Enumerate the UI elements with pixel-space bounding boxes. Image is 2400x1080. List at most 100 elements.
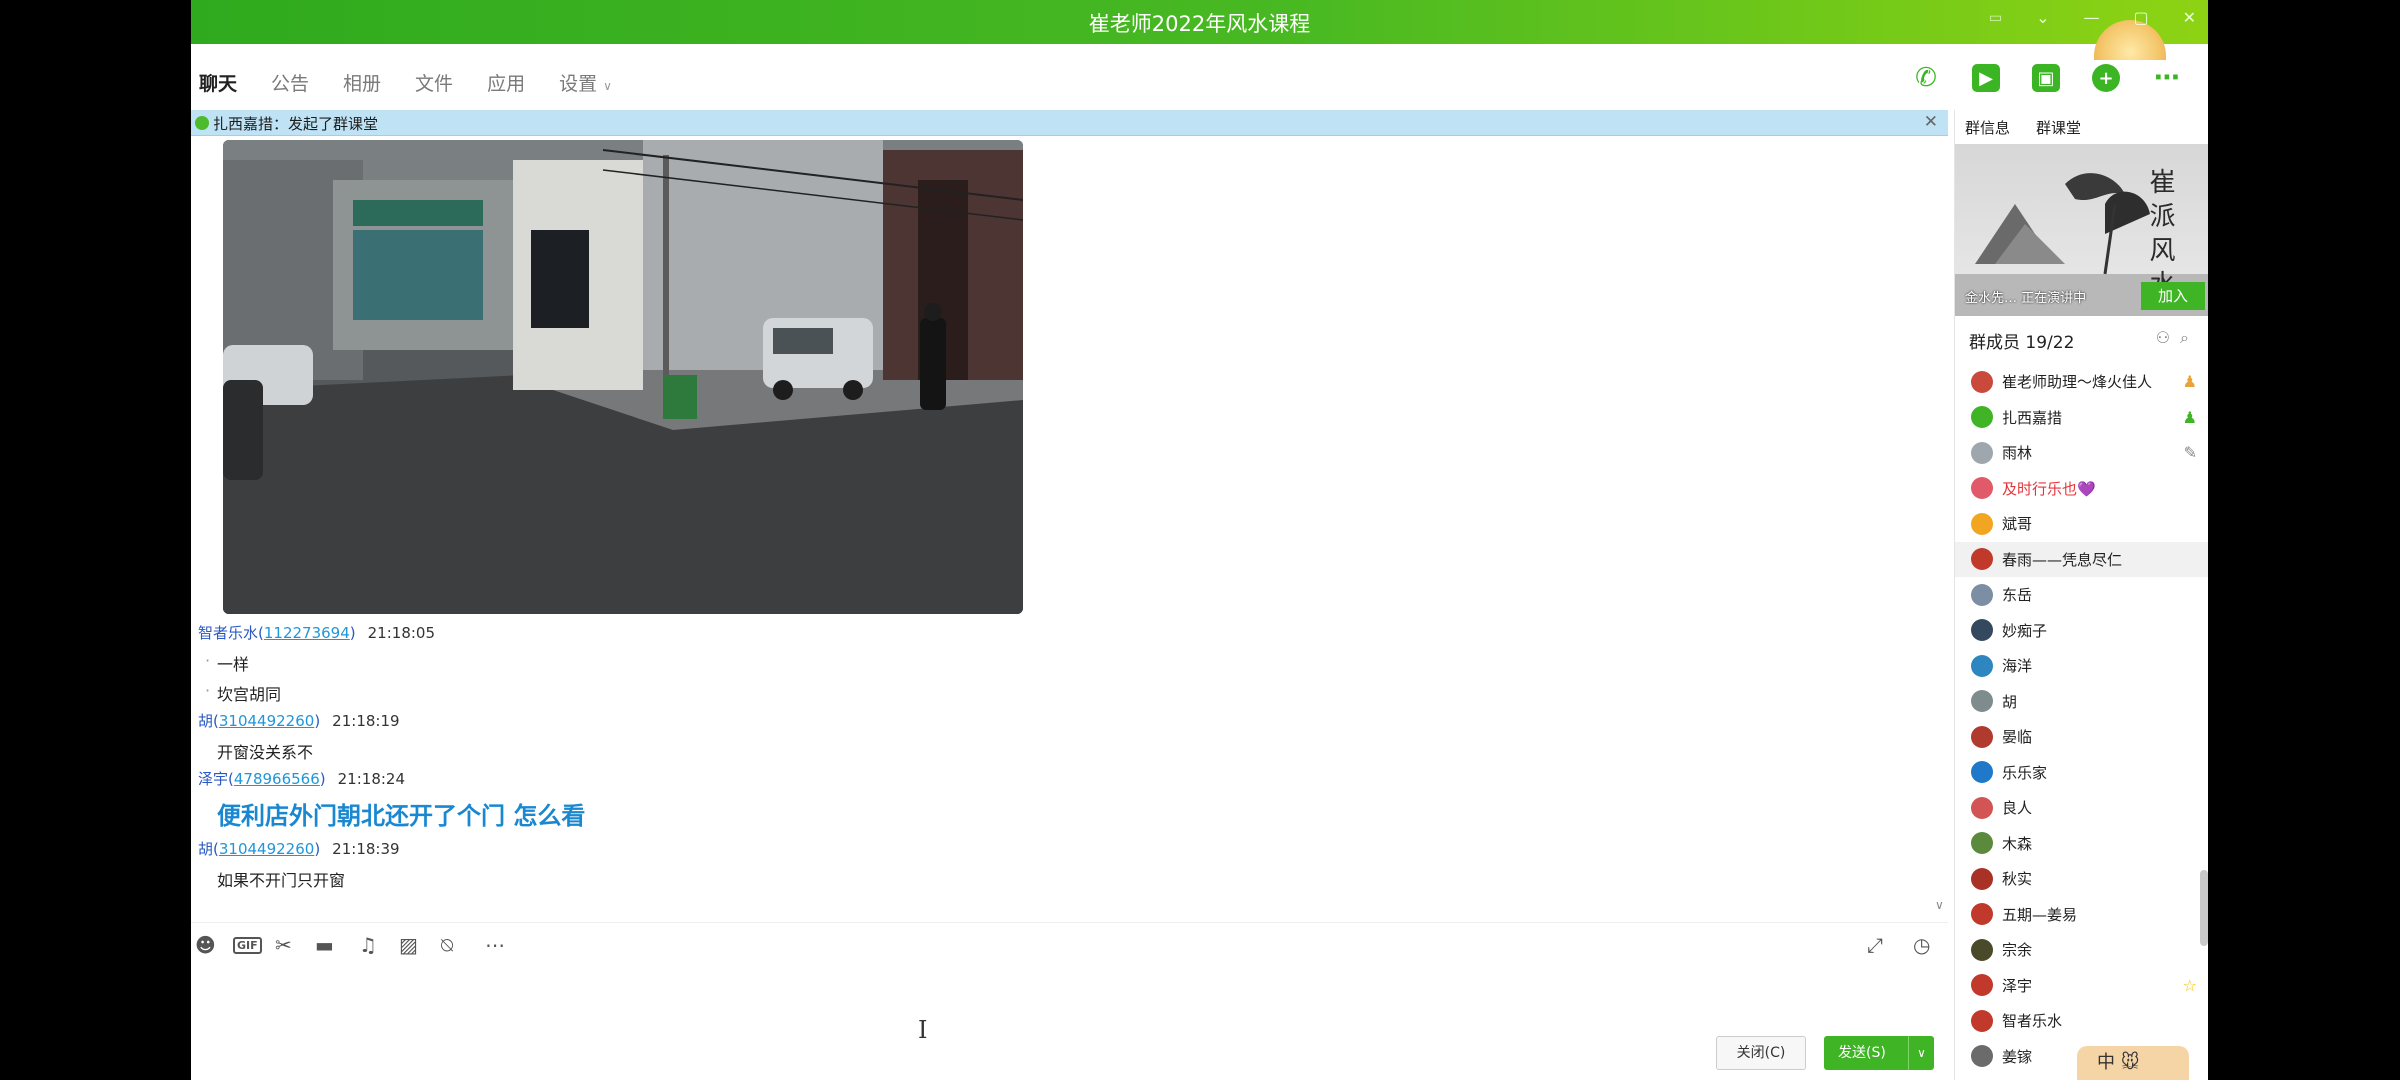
member-item[interactable]: 智者乐水 xyxy=(1955,1003,2208,1039)
tab-files[interactable]: 文件 xyxy=(415,69,453,96)
member-item[interactable]: 海洋 xyxy=(1955,648,2208,684)
chevron-down-icon[interactable]: ⌄ xyxy=(2036,8,2049,27)
member-item[interactable]: 乐乐家 xyxy=(1955,755,2208,791)
member-list-scrollbar[interactable] xyxy=(2200,870,2208,946)
members-count: 群成员 19/22 xyxy=(1969,333,2075,353)
tab-announcement[interactable]: 公告 xyxy=(271,69,309,96)
add-member-icon[interactable]: ⚇ xyxy=(2156,328,2180,347)
member-name: 东岳 xyxy=(2002,586,2033,605)
member-item[interactable]: 五期—姜易 xyxy=(1955,897,2208,933)
sender-name[interactable]: 泽宇 xyxy=(198,770,228,788)
expand-icon[interactable]: ⤢ xyxy=(1867,933,1883,957)
member-name: 晏临 xyxy=(2002,728,2033,747)
tab-settings[interactable]: 设置 ∨ xyxy=(559,69,612,96)
member-item[interactable]: 泽宇 ☆ xyxy=(1955,968,2208,1004)
member-name: 木森 xyxy=(2002,834,2033,853)
sender-name[interactable]: 胡 xyxy=(198,840,213,858)
notice-text[interactable]: 扎西嘉措：发起了群课堂 xyxy=(213,113,378,134)
tab-group-info[interactable]: 群信息 xyxy=(1965,117,2010,138)
sender-name[interactable]: 胡 xyxy=(198,712,213,730)
video-call-icon[interactable]: ▶ xyxy=(1972,64,2000,92)
member-name: 妙痴子 xyxy=(2002,621,2048,640)
member-item[interactable]: 扎西嘉措 ♟ xyxy=(1955,400,2208,436)
member-item[interactable]: 秋实 xyxy=(1955,861,2208,897)
search-icon[interactable]: ⌕ xyxy=(2180,328,2199,347)
member-item[interactable]: 宗余 xyxy=(1955,932,2208,968)
member-item[interactable]: 妙痴子 xyxy=(1955,613,2208,649)
notice-separator: ： xyxy=(273,115,289,133)
share-screen-icon[interactable]: ▣ xyxy=(2032,64,2060,92)
image-icon[interactable]: ▨ xyxy=(399,933,418,957)
more-icon[interactable]: ⋯ xyxy=(2152,63,2180,93)
tab-apps[interactable]: 应用 xyxy=(487,69,525,96)
phone-call-icon[interactable]: ✆ xyxy=(1912,63,1940,93)
text-cursor-icon: I xyxy=(918,1016,928,1044)
member-avatar xyxy=(1971,583,1993,606)
maximize-icon[interactable]: ▢ xyxy=(2133,8,2148,27)
sender-qq-link[interactable]: 3104492260 xyxy=(219,712,314,730)
member-name: 扎西嘉措 xyxy=(2002,408,2063,427)
screenshot-scissors-icon[interactable]: ✂ xyxy=(275,933,292,957)
close-icon[interactable]: ✕ xyxy=(1924,112,1938,132)
group-class-banner[interactable]: 崔派风水 金水先… 正在演讲中 加入 xyxy=(1955,144,2208,316)
member-item[interactable]: 晏临 xyxy=(1955,719,2208,755)
message-header: 智者乐水(112273694) 21:18:05 xyxy=(198,624,436,642)
member-item[interactable]: 崔老师助理～烽火佳人 ♟ xyxy=(1955,364,2208,400)
member-item[interactable]: 雨林 ✎ xyxy=(1955,435,2208,471)
member-avatar xyxy=(1971,619,1993,642)
message-header: 泽宇(478966566) 21:18:24 xyxy=(198,770,406,788)
member-item[interactable]: 及时行乐也💜 xyxy=(1955,471,2208,507)
scroll-down-icon[interactable]: ∨ xyxy=(1935,898,1944,912)
music-icon[interactable]: ♫ xyxy=(359,933,377,957)
member-item[interactable]: 胡 xyxy=(1955,684,2208,720)
member-name: 智者乐水 xyxy=(2002,1012,2063,1031)
edit-icon[interactable]: ✎ xyxy=(2184,443,2197,462)
mute-bell-icon[interactable]: ⍉ xyxy=(441,933,453,957)
chat-image-street-photo[interactable] xyxy=(223,140,1023,614)
sender-name[interactable]: 智者乐水 xyxy=(198,624,258,642)
history-clock-icon[interactable]: ◷ xyxy=(1913,933,1930,957)
sender-qq-link[interactable]: 112273694 xyxy=(264,624,350,642)
minimize-icon[interactable]: — xyxy=(2083,8,2099,27)
tab-chat[interactable]: 聊天 xyxy=(199,69,237,96)
message-input[interactable]: I 关闭(C) 发送(S) ∨ xyxy=(191,966,1948,1080)
more-icon[interactable]: ⋯ xyxy=(485,933,505,957)
window-controls: ▭ ⌄ — ▢ ✕ xyxy=(1989,8,2196,27)
chevron-down-icon[interactable]: ∨ xyxy=(1908,1036,1934,1070)
admin-badge-icon: ♟ xyxy=(2182,407,2197,427)
close-button[interactable]: 关闭(C) xyxy=(1716,1036,1806,1070)
member-avatar xyxy=(1971,1045,1993,1068)
close-icon[interactable]: ✕ xyxy=(2183,8,2196,27)
tab-album[interactable]: 相册 xyxy=(343,69,381,96)
sender-qq-link[interactable]: 478966566 xyxy=(234,770,320,788)
member-name: 雨林 xyxy=(2002,444,2033,463)
member-item[interactable]: 春雨——凭息尽仁 xyxy=(1955,541,2208,577)
message-time: 21:18:24 xyxy=(337,770,406,788)
tab-group-class[interactable]: 群课堂 xyxy=(2036,117,2081,138)
member-item[interactable]: 东岳 xyxy=(1955,577,2208,613)
folder-icon[interactable]: ▬ xyxy=(315,933,334,957)
member-avatar xyxy=(1971,441,1993,464)
title-bar: 崔老师2022年风水课程 ▭ ⌄ — ▢ ✕ xyxy=(191,0,2208,60)
skin-icon[interactable]: ▭ xyxy=(1989,10,2002,26)
add-icon[interactable]: + xyxy=(2092,64,2120,92)
member-item[interactable]: 斌哥 xyxy=(1955,506,2208,542)
input-toolbar: ☻ GIF ✂ ▬ ♫ ▨ ⍉ ⋯ ⤢ ◷ xyxy=(191,922,1948,966)
send-button-label: 发送(S) xyxy=(1838,1045,1886,1061)
join-button[interactable]: 加入 xyxy=(2141,282,2205,310)
member-avatar xyxy=(1971,796,1993,819)
member-avatar xyxy=(1971,1009,1993,1032)
gif-icon[interactable]: GIF xyxy=(233,937,262,954)
member-name: 五期—姜易 xyxy=(2002,905,2078,924)
ime-indicator[interactable]: 中 🐭 xyxy=(2077,1046,2189,1080)
member-item[interactable]: 木森 xyxy=(1955,826,2208,862)
emoji-icon[interactable]: ☻ xyxy=(195,933,216,957)
members-header: 群成员 19/22 ⚇⌕ xyxy=(1969,328,2199,353)
sender-qq-link[interactable]: 3104492260 xyxy=(219,840,314,858)
send-button[interactable]: 发送(S) ∨ xyxy=(1824,1036,1934,1070)
member-item[interactable]: 良人 xyxy=(1955,790,2208,826)
tab-settings-label: 设置 xyxy=(559,72,598,95)
member-avatar xyxy=(1971,654,1993,677)
group-side-panel: 群信息 群课堂 崔派风水 金水先… 正在演讲中 加入 群成员 19/22 ⚇⌕ … xyxy=(1954,110,2208,1080)
group-class-notice-bar: 扎西嘉措：发起了群课堂 ✕ xyxy=(191,110,1948,136)
